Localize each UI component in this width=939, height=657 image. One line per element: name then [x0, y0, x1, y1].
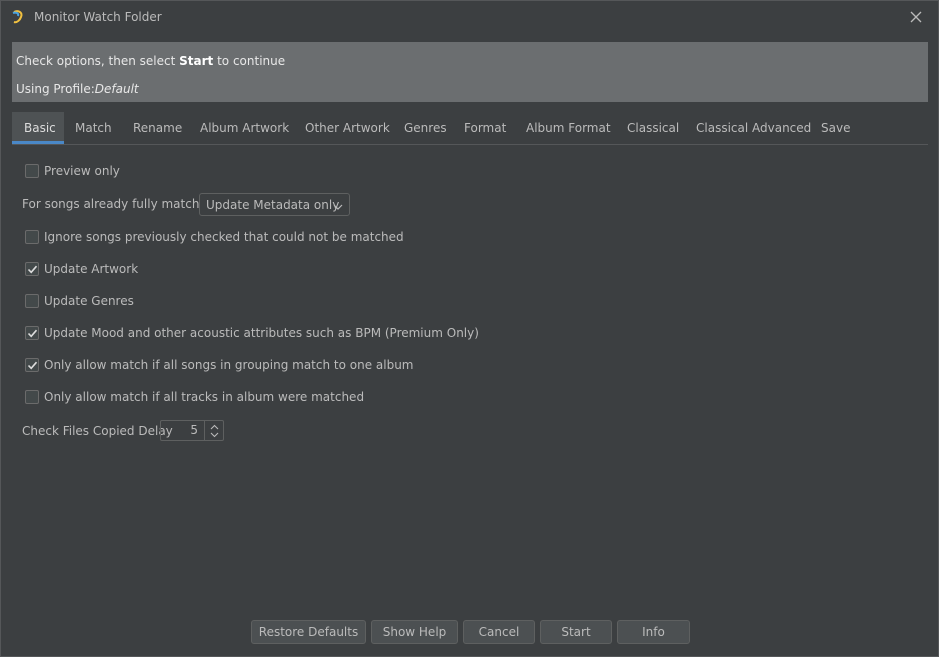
tab-album-format[interactable]: Album Format: [514, 112, 623, 144]
checkmark-icon: [27, 329, 37, 337]
only-all-tracks-option[interactable]: Only allow match if all tracks in album …: [25, 390, 364, 404]
window-title: Monitor Watch Folder: [34, 10, 162, 24]
profile-value: Default: [94, 82, 139, 96]
checkmark-icon: [27, 265, 37, 273]
preview-only-option[interactable]: Preview only: [25, 164, 120, 178]
tab-match[interactable]: Match: [63, 112, 124, 144]
only-grouping-option[interactable]: Only allow match if all songs in groupin…: [25, 358, 414, 372]
only-all-tracks-checkbox[interactable]: [25, 390, 39, 404]
profile-text: Using Profile:Default: [16, 82, 139, 96]
app-logo-icon: [10, 9, 26, 25]
instruction-prefix: Check options, then select: [16, 54, 180, 68]
only-all-tracks-label: Only allow match if all tracks in album …: [44, 390, 365, 404]
update-mood-label: Update Mood and other acoustic attribute…: [44, 326, 479, 340]
delay-spinner[interactable]: 5: [160, 420, 224, 441]
delay-label: Check Files Copied Delay: [22, 424, 173, 438]
tab-classical-advanced[interactable]: Classical Advanced: [684, 112, 823, 144]
chevron-down-icon: [333, 200, 343, 214]
fully-matched-select[interactable]: Update Metadata only: [199, 193, 350, 216]
tab-album-artwork[interactable]: Album Artwork: [188, 112, 301, 144]
ignore-previous-checkbox[interactable]: [25, 230, 39, 244]
tab-bar: Basic Match Rename Album Artwork Other A…: [12, 112, 928, 145]
start-button[interactable]: Start: [540, 620, 612, 644]
title-bar: Monitor Watch Folder: [1, 1, 938, 34]
preview-only-checkbox[interactable]: [25, 164, 39, 178]
tab-genres[interactable]: Genres: [392, 112, 459, 144]
info-button[interactable]: Info: [617, 620, 690, 644]
tab-save[interactable]: Save: [809, 112, 862, 144]
delay-value[interactable]: 5: [161, 421, 204, 440]
info-panel: Check options, then select Start to cont…: [12, 42, 928, 102]
update-mood-checkbox[interactable]: [25, 326, 39, 340]
checkmark-icon: [27, 361, 37, 369]
tab-rename[interactable]: Rename: [121, 112, 194, 144]
preview-only-label: Preview only: [44, 164, 120, 178]
update-genres-checkbox[interactable]: [25, 294, 39, 308]
tab-other-artwork[interactable]: Other Artwork: [293, 112, 402, 144]
only-grouping-checkbox[interactable]: [25, 358, 39, 372]
tab-format[interactable]: Format: [452, 112, 518, 144]
fully-matched-value: Update Metadata only: [206, 197, 340, 212]
tab-classical[interactable]: Classical: [615, 112, 691, 144]
cancel-button[interactable]: Cancel: [463, 620, 535, 644]
ignore-previous-label: Ignore songs previously checked that cou…: [44, 230, 404, 244]
update-artwork-option[interactable]: Update Artwork: [25, 262, 138, 276]
ignore-previous-option[interactable]: Ignore songs previously checked that cou…: [25, 230, 404, 244]
update-genres-option[interactable]: Update Genres: [25, 294, 134, 308]
spinner-arrows-icon[interactable]: [204, 421, 223, 440]
update-genres-label: Update Genres: [44, 294, 134, 308]
show-help-button[interactable]: Show Help: [371, 620, 458, 644]
instruction-suffix: to continue: [213, 54, 286, 68]
close-icon[interactable]: [908, 9, 924, 25]
fully-matched-label: For songs already fully matched: [22, 197, 215, 211]
only-grouping-label: Only allow match if all songs in groupin…: [44, 358, 414, 372]
instruction-bold: Start: [179, 54, 214, 68]
restore-defaults-button[interactable]: Restore Defaults: [251, 620, 366, 644]
tab-basic[interactable]: Basic: [12, 112, 64, 144]
update-artwork-checkbox[interactable]: [25, 262, 39, 276]
profile-label: Using Profile:: [16, 82, 95, 96]
dialog-window: Monitor Watch Folder Check options, then…: [0, 0, 939, 657]
update-artwork-label: Update Artwork: [44, 262, 139, 276]
instruction-text: Check options, then select Start to cont…: [16, 54, 285, 68]
update-mood-option[interactable]: Update Mood and other acoustic attribute…: [25, 326, 479, 340]
